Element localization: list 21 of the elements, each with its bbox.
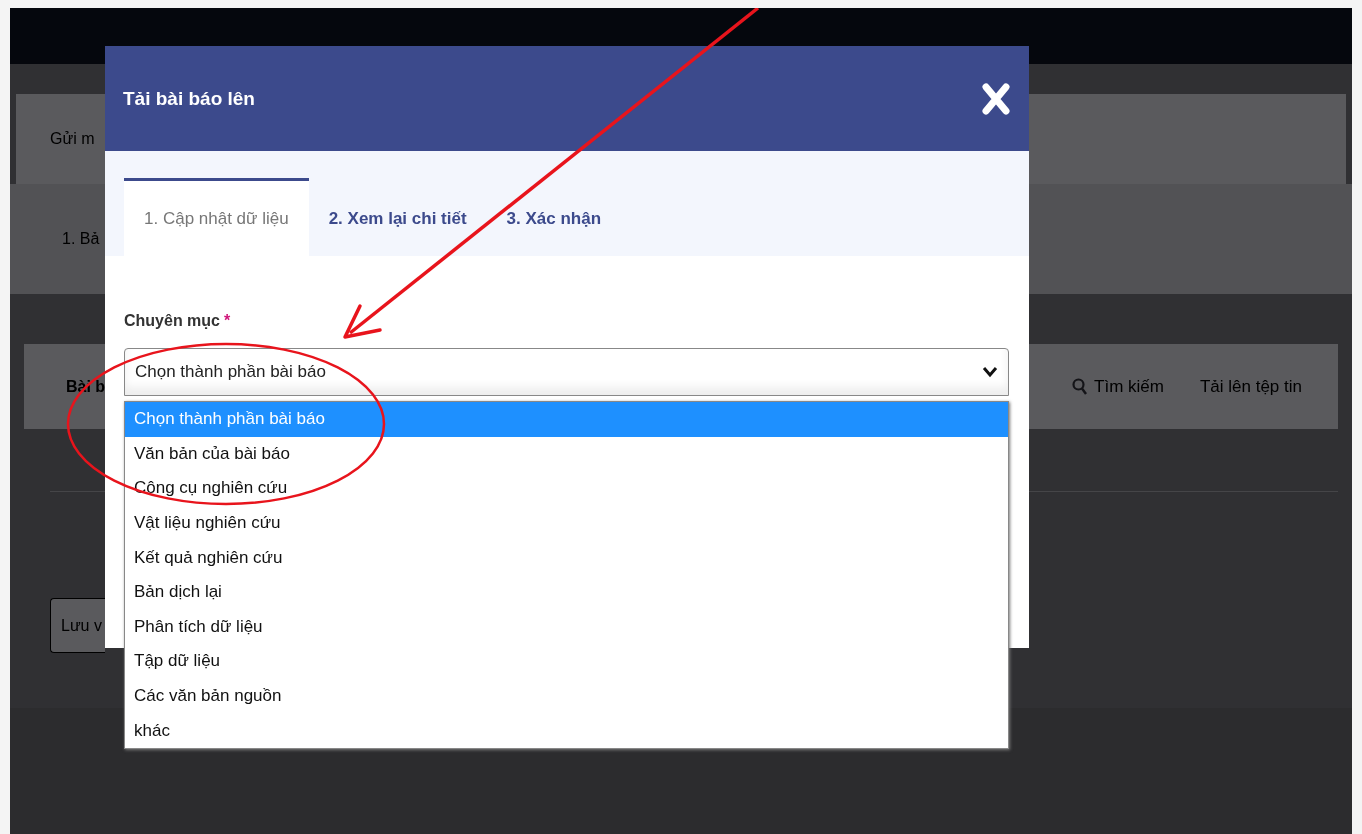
dropdown-option[interactable]: Kết quả nghiên cứu bbox=[125, 540, 1008, 575]
chevron-down-icon bbox=[982, 366, 998, 378]
step-tab[interactable]: 3. Xác nhận bbox=[486, 178, 622, 256]
step-tab[interactable]: 1. Cập nhật dữ liệu bbox=[124, 178, 309, 256]
search-icon bbox=[1072, 377, 1089, 396]
dropdown-option[interactable]: Tập dữ liệu bbox=[125, 644, 1008, 679]
field-label: Chuyên mục bbox=[124, 312, 220, 330]
dropdown-option[interactable]: Vật liệu nghiên cứu bbox=[125, 505, 1008, 541]
step-tab[interactable]: 2. Xem lại chi tiết bbox=[308, 178, 487, 256]
dropdown-option[interactable]: Văn bản của bài báo bbox=[125, 436, 1008, 472]
step-label: 1. Bả bbox=[62, 230, 100, 248]
dropdown-option[interactable]: Các văn bản nguồn bbox=[125, 678, 1008, 714]
required-mark: * bbox=[224, 312, 231, 330]
dropdown-option[interactable]: Bản dịch lại bbox=[125, 574, 1008, 610]
close-icon bbox=[981, 81, 1011, 116]
dialog-title: Tải bài báo lên bbox=[123, 87, 256, 110]
category-select[interactable]: Chọn thành phần bài báo bbox=[124, 348, 1009, 396]
page-heading: Gửi m bbox=[50, 130, 95, 148]
dropdown-option[interactable]: Phân tích dữ liệu bbox=[125, 609, 1008, 645]
close-button[interactable] bbox=[981, 81, 1011, 116]
dropdown-option[interactable]: khác bbox=[125, 713, 1008, 748]
